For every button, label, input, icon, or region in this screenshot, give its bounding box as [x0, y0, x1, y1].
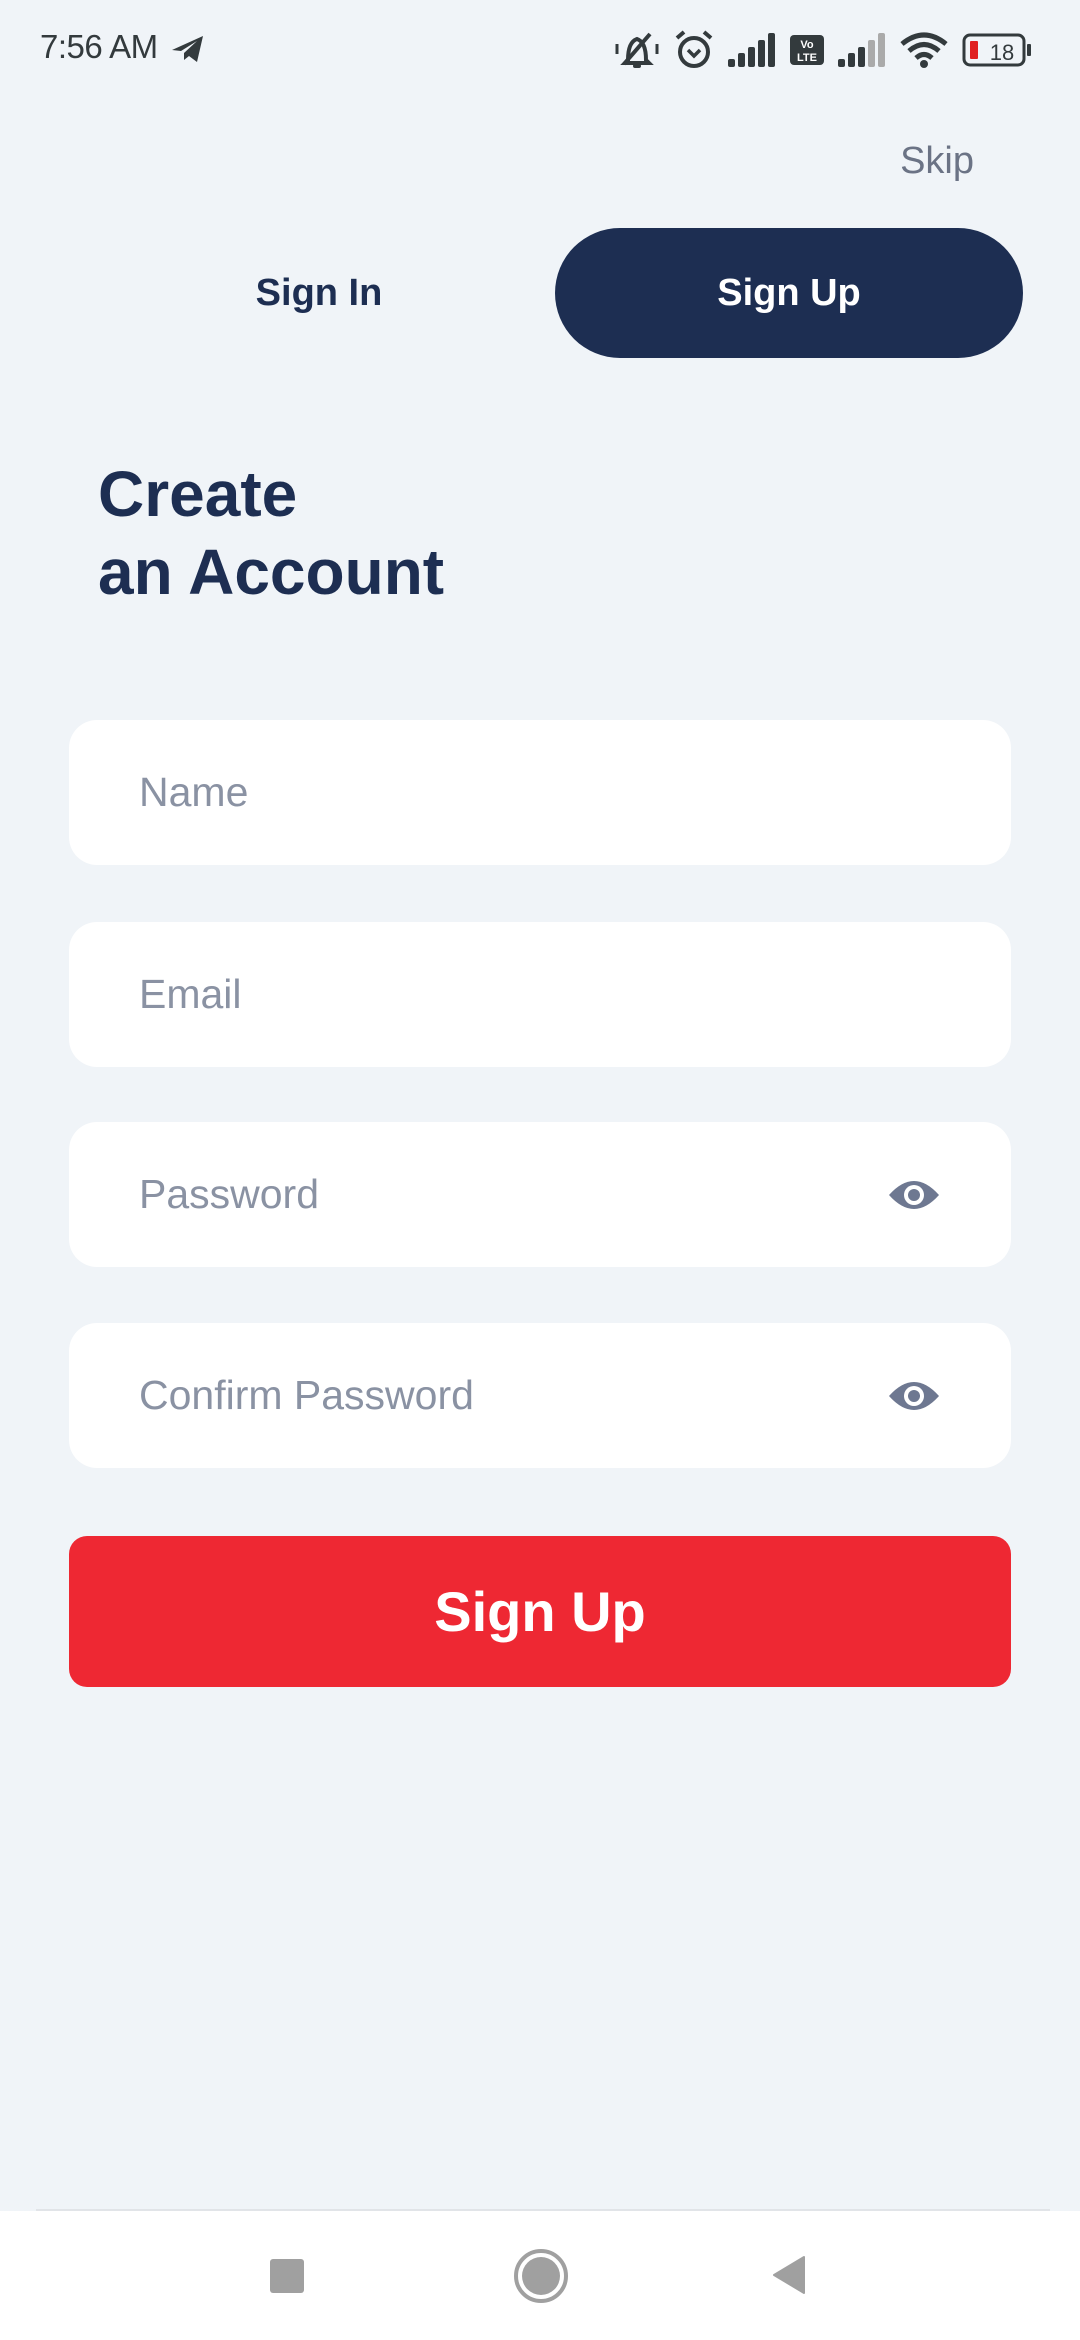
- recents-icon[interactable]: [270, 2259, 304, 2293]
- name-field-container: [69, 720, 1011, 865]
- page-title: Create an Account: [98, 455, 444, 611]
- skip-button[interactable]: Skip: [900, 140, 974, 183]
- wifi-icon: [900, 32, 948, 68]
- home-icon[interactable]: [514, 2249, 568, 2303]
- email-field-container: [69, 922, 1011, 1067]
- status-time: 7:56 AM: [40, 28, 158, 65]
- tab-sign-up[interactable]: Sign Up: [555, 228, 1023, 358]
- alarm-icon: [675, 30, 713, 68]
- sign-up-button[interactable]: Sign Up: [69, 1536, 1011, 1687]
- battery-low-icon: 18: [962, 33, 1031, 67]
- svg-text:18: 18: [990, 40, 1014, 65]
- home-icon-inner: [522, 2257, 560, 2295]
- signal-full-icon: [728, 33, 775, 67]
- signal-partial-icon: [838, 33, 885, 67]
- page-title-line-1: Create: [98, 458, 298, 530]
- eye-icon[interactable]: [887, 1177, 941, 1213]
- name-input[interactable]: [139, 720, 839, 865]
- status-icons: Vo LTE 18: [614, 30, 1032, 70]
- telegram-icon: [172, 36, 203, 62]
- confirm-password-field-container: [69, 1323, 1011, 1468]
- system-nav-bar: [0, 2211, 1080, 2340]
- confirm-password-input[interactable]: [139, 1323, 839, 1468]
- volte-icon: Vo LTE: [790, 35, 824, 65]
- password-field-container: [69, 1122, 1011, 1267]
- status-bar: 7:56 AM Vo LTE 18: [0, 0, 1080, 100]
- page-title-line-2: an Account: [98, 536, 445, 608]
- eye-icon[interactable]: [887, 1378, 941, 1414]
- password-input[interactable]: [139, 1122, 839, 1267]
- tab-sign-in[interactable]: Sign In: [85, 228, 553, 358]
- vibrate-mute-icon: [615, 32, 659, 68]
- back-icon[interactable]: [770, 2255, 806, 2295]
- svg-text:LTE: LTE: [797, 52, 817, 64]
- svg-text:Vo: Vo: [800, 39, 814, 51]
- email-input[interactable]: [139, 922, 839, 1067]
